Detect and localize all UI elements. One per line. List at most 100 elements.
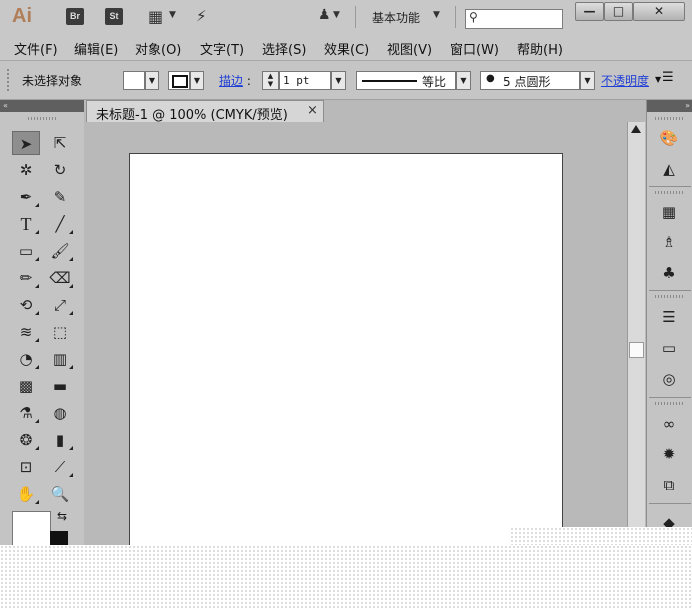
menu-help[interactable]: 帮助(H) <box>517 39 563 58</box>
fill-dropdown-button[interactable]: ▼ <box>145 71 159 90</box>
hand-tool-icon[interactable]: ✋ <box>12 482 40 506</box>
panel-grip[interactable] <box>655 402 685 405</box>
free-transform-tool-icon[interactable]: ⬚ <box>46 320 74 344</box>
panel-grip[interactable] <box>28 117 56 120</box>
collapse-tools-button[interactable]: « <box>0 100 84 112</box>
lasso-tool-icon[interactable]: ↻ <box>46 158 74 182</box>
opacity-link[interactable]: 不透明度 <box>601 72 649 89</box>
appearance-icon[interactable]: ✹ <box>657 443 681 465</box>
arrange-documents-icon[interactable]: ▦ <box>148 7 163 26</box>
pencil-tool-icon[interactable]: ✏ <box>12 266 40 290</box>
gradient-tool-icon[interactable]: ▬ <box>46 374 74 398</box>
collapse-dock-button[interactable]: » <box>647 100 692 112</box>
workspace-switcher[interactable]: 基本功能 <box>372 9 420 26</box>
menu-view[interactable]: 视图(V) <box>387 39 432 58</box>
stroke-panel-link[interactable]: 描边 : <box>219 72 251 89</box>
panel-menu-icon[interactable]: ☰ <box>662 70 674 85</box>
chevron-down-icon[interactable]: ▼ <box>655 75 661 84</box>
search-input[interactable]: ⚲ <box>465 9 563 29</box>
line-tool-icon[interactable]: ╱ <box>46 212 74 236</box>
chevron-down-icon[interactable]: ▼ <box>433 10 440 20</box>
stroke-dropdown-button[interactable]: ▼ <box>190 71 204 90</box>
gpu-performance-icon[interactable]: ⚡ <box>196 7 207 25</box>
brush-dropdown[interactable]: ▼ <box>580 71 595 90</box>
rectangle-tool-icon[interactable]: ▭ <box>12 239 40 263</box>
curvature-tool-icon[interactable]: ✎ <box>46 185 74 209</box>
variable-width-profile[interactable]: 等比 <box>356 71 456 90</box>
stroke-weight-stepper[interactable]: ▲ ▼ <box>262 71 279 90</box>
document-tab[interactable]: 未标题-1 @ 100% (CMYK/预览) × <box>86 100 324 123</box>
graphic-styles-icon[interactable]: ⧉ <box>657 474 681 496</box>
notifications-icon[interactable]: ♟ <box>318 7 331 23</box>
bridge-button[interactable]: Br <box>66 8 84 25</box>
panel-grip[interactable] <box>655 191 685 194</box>
stroke-weight-input[interactable]: 1 pt <box>279 71 331 90</box>
menu-type[interactable]: 文字(T) <box>200 39 244 58</box>
menu-effect[interactable]: 效果(C) <box>324 39 369 58</box>
stroke-link-text[interactable]: 描边 <box>219 74 243 88</box>
chevron-down-icon[interactable]: ▼ <box>333 10 340 20</box>
selection-tool-icon[interactable]: ➤ <box>12 131 40 155</box>
minimize-button[interactable]: — <box>575 2 604 21</box>
pen-tool-icon[interactable]: ✒ <box>12 185 40 209</box>
rotate-tool-icon[interactable]: ⟲ <box>12 293 40 317</box>
close-tab-button[interactable]: × <box>307 103 318 118</box>
blend-tool-icon[interactable]: ◍ <box>46 401 74 425</box>
direct-selection-tool-icon[interactable]: ⇱ <box>46 131 74 155</box>
brushes-icon[interactable]: ♗ <box>657 231 681 253</box>
column-graph-tool-icon[interactable]: ▮ <box>46 428 74 452</box>
menu-window[interactable]: 窗口(W) <box>450 39 499 58</box>
paintbrush-tool-icon[interactable]: 🖌 <box>46 239 74 263</box>
eyedropper-tool-icon[interactable]: ⚗ <box>12 401 40 425</box>
opacity-link-text[interactable]: 不透明度 <box>601 74 649 88</box>
shape-builder-tool-icon[interactable]: ◔ <box>12 347 40 371</box>
vertical-scrollbar[interactable] <box>627 122 645 545</box>
slice-tool-icon[interactable]: ⟋ <box>46 455 74 479</box>
eraser-tool-icon[interactable]: ⌫ <box>46 266 74 290</box>
zoom-tool-icon[interactable]: 🔍 <box>46 482 74 506</box>
artboard-tool-icon[interactable]: ⊡ <box>12 455 40 479</box>
document-title: 未标题-1 @ 100% (CMYK/预览) <box>96 108 288 123</box>
stroke-weight-value: 1 pt <box>283 74 310 87</box>
gradient-icon[interactable]: ▭ <box>657 337 681 359</box>
scale-tool-icon[interactable]: ⤢ <box>46 293 74 317</box>
divider <box>649 397 691 398</box>
artboard[interactable] <box>129 153 563 545</box>
stroke-swatch[interactable] <box>168 71 190 90</box>
magic-wand-tool-icon[interactable]: ✲ <box>12 158 40 182</box>
swatches-icon[interactable]: ▦ <box>657 201 681 223</box>
cc-libraries-icon[interactable]: ∞ <box>657 413 681 435</box>
symbols-icon[interactable]: ♣ <box>657 262 681 284</box>
stock-button[interactable]: St <box>105 8 123 25</box>
grip-handle[interactable] <box>7 69 9 91</box>
close-button[interactable]: ✕ <box>633 2 685 21</box>
color-guide-icon[interactable]: 🎨 <box>657 127 681 149</box>
panel-grip[interactable] <box>655 295 685 298</box>
fill-color-swatch[interactable] <box>12 511 51 545</box>
scroll-up-icon[interactable] <box>631 125 641 133</box>
fill-swatch[interactable] <box>123 71 145 90</box>
panel-grip[interactable] <box>655 117 685 120</box>
transparency-icon[interactable]: ◎ <box>657 368 681 390</box>
stroke-weight-dropdown[interactable]: ▼ <box>331 71 346 90</box>
menu-object[interactable]: 对象(O) <box>135 39 181 58</box>
stroke-icon[interactable]: ☰ <box>657 306 681 328</box>
canvas-area[interactable] <box>86 122 626 545</box>
menu-select[interactable]: 选择(S) <box>262 39 306 58</box>
maximize-button[interactable]: □ <box>604 2 633 21</box>
perspective-grid-tool-icon[interactable]: ▥ <box>46 347 74 371</box>
profile-dropdown[interactable]: ▼ <box>456 71 471 90</box>
width-tool-icon[interactable]: ≋ <box>12 320 40 344</box>
brush-definition[interactable]: ● 5 点圆形 <box>480 71 580 90</box>
menu-file[interactable]: 文件(F) <box>14 39 58 58</box>
type-tool-icon[interactable]: T <box>12 212 40 236</box>
swap-colors-icon[interactable]: ⇆ <box>57 509 67 523</box>
symbol-sprayer-tool-icon[interactable]: ❂ <box>12 428 40 452</box>
menu-edit[interactable]: 编辑(E) <box>74 39 118 58</box>
scroll-thumb[interactable] <box>629 342 644 358</box>
stroke-color-swatch[interactable] <box>50 531 68 545</box>
color-panel-icon[interactable]: ◭ <box>657 158 681 180</box>
divider <box>649 186 691 187</box>
chevron-down-icon[interactable]: ▼ <box>169 10 176 20</box>
mesh-tool-icon[interactable]: ▩ <box>12 374 40 398</box>
